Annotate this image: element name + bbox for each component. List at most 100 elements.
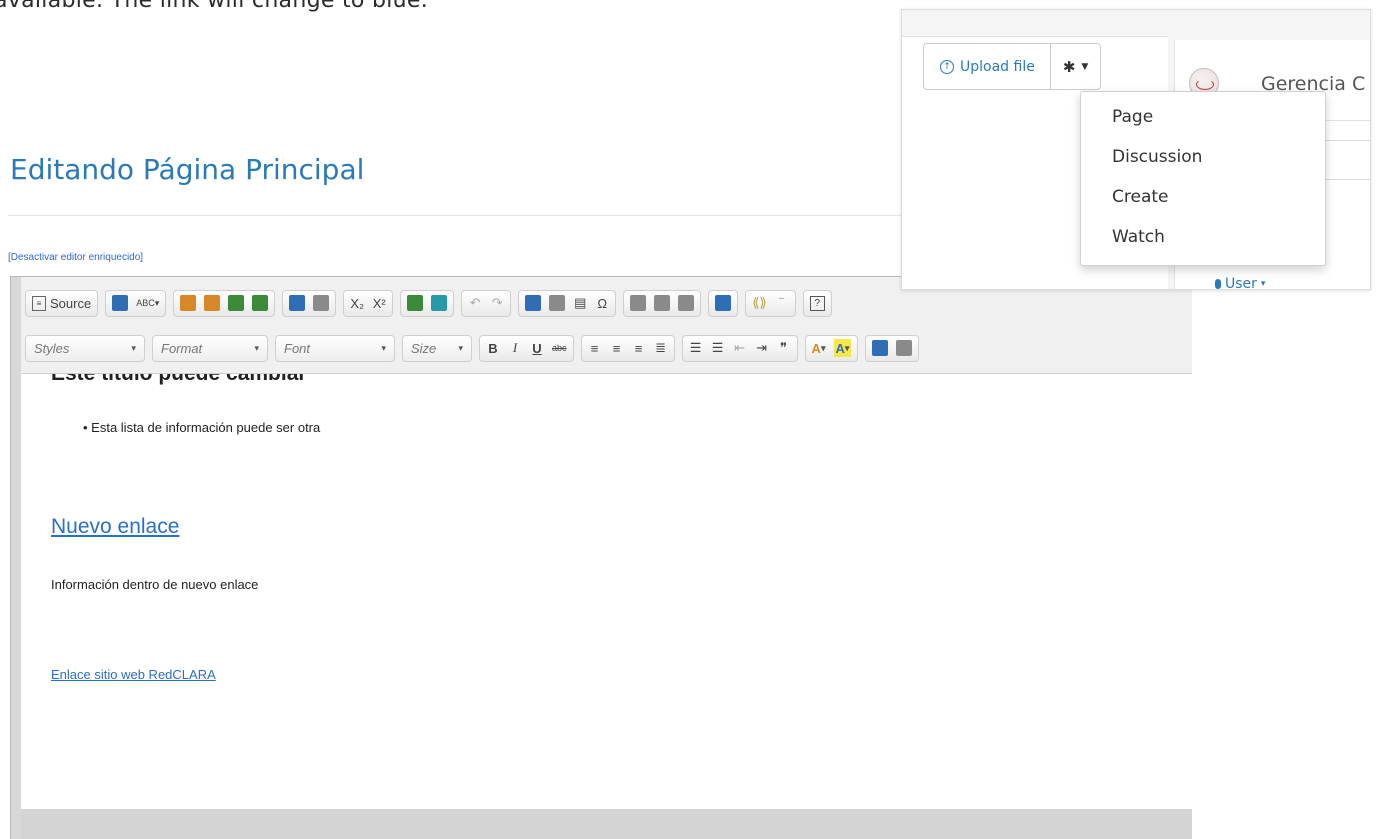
link-icon[interactable] [407,295,424,311]
editor-status-bar [21,809,1192,839]
rich-text-editor: ≡ Source ABC ▾ X₂ X² ↶ ↷ ▤ Ω ⟪⟫ ‾ ? Styl… [10,276,1192,839]
template-group [623,289,702,317]
div-container-icon[interactable] [896,340,913,356]
strikethrough-button[interactable]: abc [552,339,567,357]
list-group: ☰ ☰ ⇤ ⇥ ❞ [681,334,798,362]
user-menu-link[interactable]: User ▾ [1215,276,1266,290]
styles-label: Styles [34,340,70,356]
source-code-icon[interactable] [630,295,647,311]
print-icon[interactable] [112,295,129,311]
upload-file-label: Upload file [960,58,1035,75]
toolbar-row-1: ≡ Source ABC ▾ X₂ X² ↶ ↷ ▤ Ω ⟪⟫ ‾ ? [25,289,832,317]
bold-button[interactable]: B [486,339,500,357]
list-item-text: Esta lista de información puede ser otra [91,420,321,435]
select-all-icon[interactable] [289,295,306,311]
numbered-list-icon[interactable]: ☰ [689,339,703,357]
format-label: Format [161,340,203,356]
styles-dropdown[interactable]: Styles ▾ [25,334,145,362]
size-chevron-down-icon: ▾ [458,342,463,353]
iframe-icon[interactable] [872,340,889,356]
unlink-icon[interactable] [431,295,448,311]
special-char-button[interactable]: Ω [595,294,609,312]
size-dropdown[interactable]: Size ▾ [402,334,472,362]
subscript-button[interactable]: X₂ [350,294,364,312]
select-group [282,289,337,317]
menu-item-watch[interactable]: Watch [1081,217,1325,257]
font-dropdown[interactable]: Font ▾ [275,334,395,362]
editor-toolbar: ≡ Source ABC ▾ X₂ X² ↶ ↷ ▤ Ω ⟪⟫ ‾ ? Styl… [21,277,1192,374]
script-group: X₂ X² [343,289,394,317]
indent-icon[interactable]: ⇥ [755,339,769,357]
text-style-group: B I U abc [479,334,574,362]
user-chevron-down-icon: ▾ [1260,279,1266,289]
list-item: • Esta lista de información puede ser ot… [83,420,321,435]
paste-text-icon[interactable] [180,295,197,311]
align-justify-icon[interactable]: ≣ [654,339,668,357]
text-color-label: A [811,340,821,356]
form-icon[interactable] [678,295,695,311]
content-heading: Este título puede cambiar [51,374,307,386]
align-group: ≡ ≡ ≡ ≣ [580,334,675,362]
redo-icon[interactable]: ↷ [490,294,504,312]
redclara-link[interactable]: Enlace sitio web RedCLARA [51,667,216,682]
misc-group-2: ⟪⟫ ‾ [745,289,796,317]
font-chevron-down-icon: ▾ [381,342,386,353]
spellcheck-button[interactable]: ABC ▾ [136,294,159,312]
extra-group [865,334,920,362]
user-icon [1215,279,1221,289]
undo-group: ↶ ↷ [461,289,512,317]
page-title: Editando Página Principal [10,153,365,186]
align-left-icon[interactable]: ≡ [588,339,602,357]
image-icon[interactable] [525,295,542,311]
paste-word-icon[interactable] [204,295,221,311]
menu-item-page[interactable]: Page [1081,97,1325,137]
maximize-icon[interactable] [715,295,732,311]
print-spell-group: ABC ▾ [105,289,167,317]
chevron-down-icon: ▼ [1081,61,1089,72]
gear-dropdown-menu: Page Discussion Create Watch [1080,91,1326,266]
help-button[interactable]: ? [809,295,825,311]
outdent-icon[interactable]: ⇤ [733,339,747,357]
format-dropdown[interactable]: Format ▾ [152,334,268,362]
align-center-icon[interactable]: ≡ [610,339,624,357]
bg-color-label: A [835,340,845,356]
styles-chevron-down-icon: ▾ [131,342,136,353]
text-color-button[interactable]: A ▾ [812,339,826,357]
menu-item-discussion[interactable]: Discussion [1081,137,1325,177]
instruction-caption: available. The link will change to blue. [0,0,429,13]
remove-format-icon[interactable] [313,295,330,311]
misc-group-1 [708,289,739,317]
gear-icon: ✱ [1062,57,1076,76]
superscript-button[interactable]: X² [372,294,386,312]
menu-item-create[interactable]: Create [1081,177,1325,217]
page-break-icon[interactable]: ‾ [775,294,789,312]
gear-menu-button[interactable]: ✱ ▼ [1051,44,1101,89]
blockquote-button[interactable]: ❞ [777,339,791,357]
bg-color-button[interactable]: A ▾ [833,339,852,357]
new-link-heading[interactable]: Nuevo enlace [51,515,179,539]
underline-button[interactable]: U [530,339,544,357]
link-description: Información dentro de nuevo enlace [51,577,259,592]
horizontal-rule-icon[interactable]: ▤ [573,294,587,312]
italic-button[interactable]: I [508,339,522,357]
show-blocks-icon[interactable]: ⟪⟫ [752,294,766,312]
editor-content[interactable]: Este título puede cambiar • Esta lista d… [21,374,1192,821]
source-group: ≡ Source [25,289,99,317]
bulleted-list-icon[interactable]: ☰ [711,339,725,357]
source-button[interactable]: ≡ Source [32,294,91,312]
clipboard-group [173,289,276,317]
source-label: Source [50,295,92,311]
color-group: A ▾ A ▾ [804,334,859,362]
undo-icon[interactable]: ↶ [468,294,482,312]
replace-icon[interactable] [252,295,269,311]
source-icon: ≡ [32,295,46,311]
user-link-label: User [1225,276,1257,290]
upload-file-button[interactable]: ↑ Upload file [924,44,1051,89]
table-icon[interactable] [549,295,566,311]
editor-left-border [11,277,21,839]
size-label: Size [411,340,437,356]
toggle-rich-editor-link[interactable]: [Desactivar editor enriquecido] [8,252,143,263]
align-right-icon[interactable]: ≡ [632,339,646,357]
template-icon[interactable] [654,295,671,311]
find-icon[interactable] [228,295,245,311]
